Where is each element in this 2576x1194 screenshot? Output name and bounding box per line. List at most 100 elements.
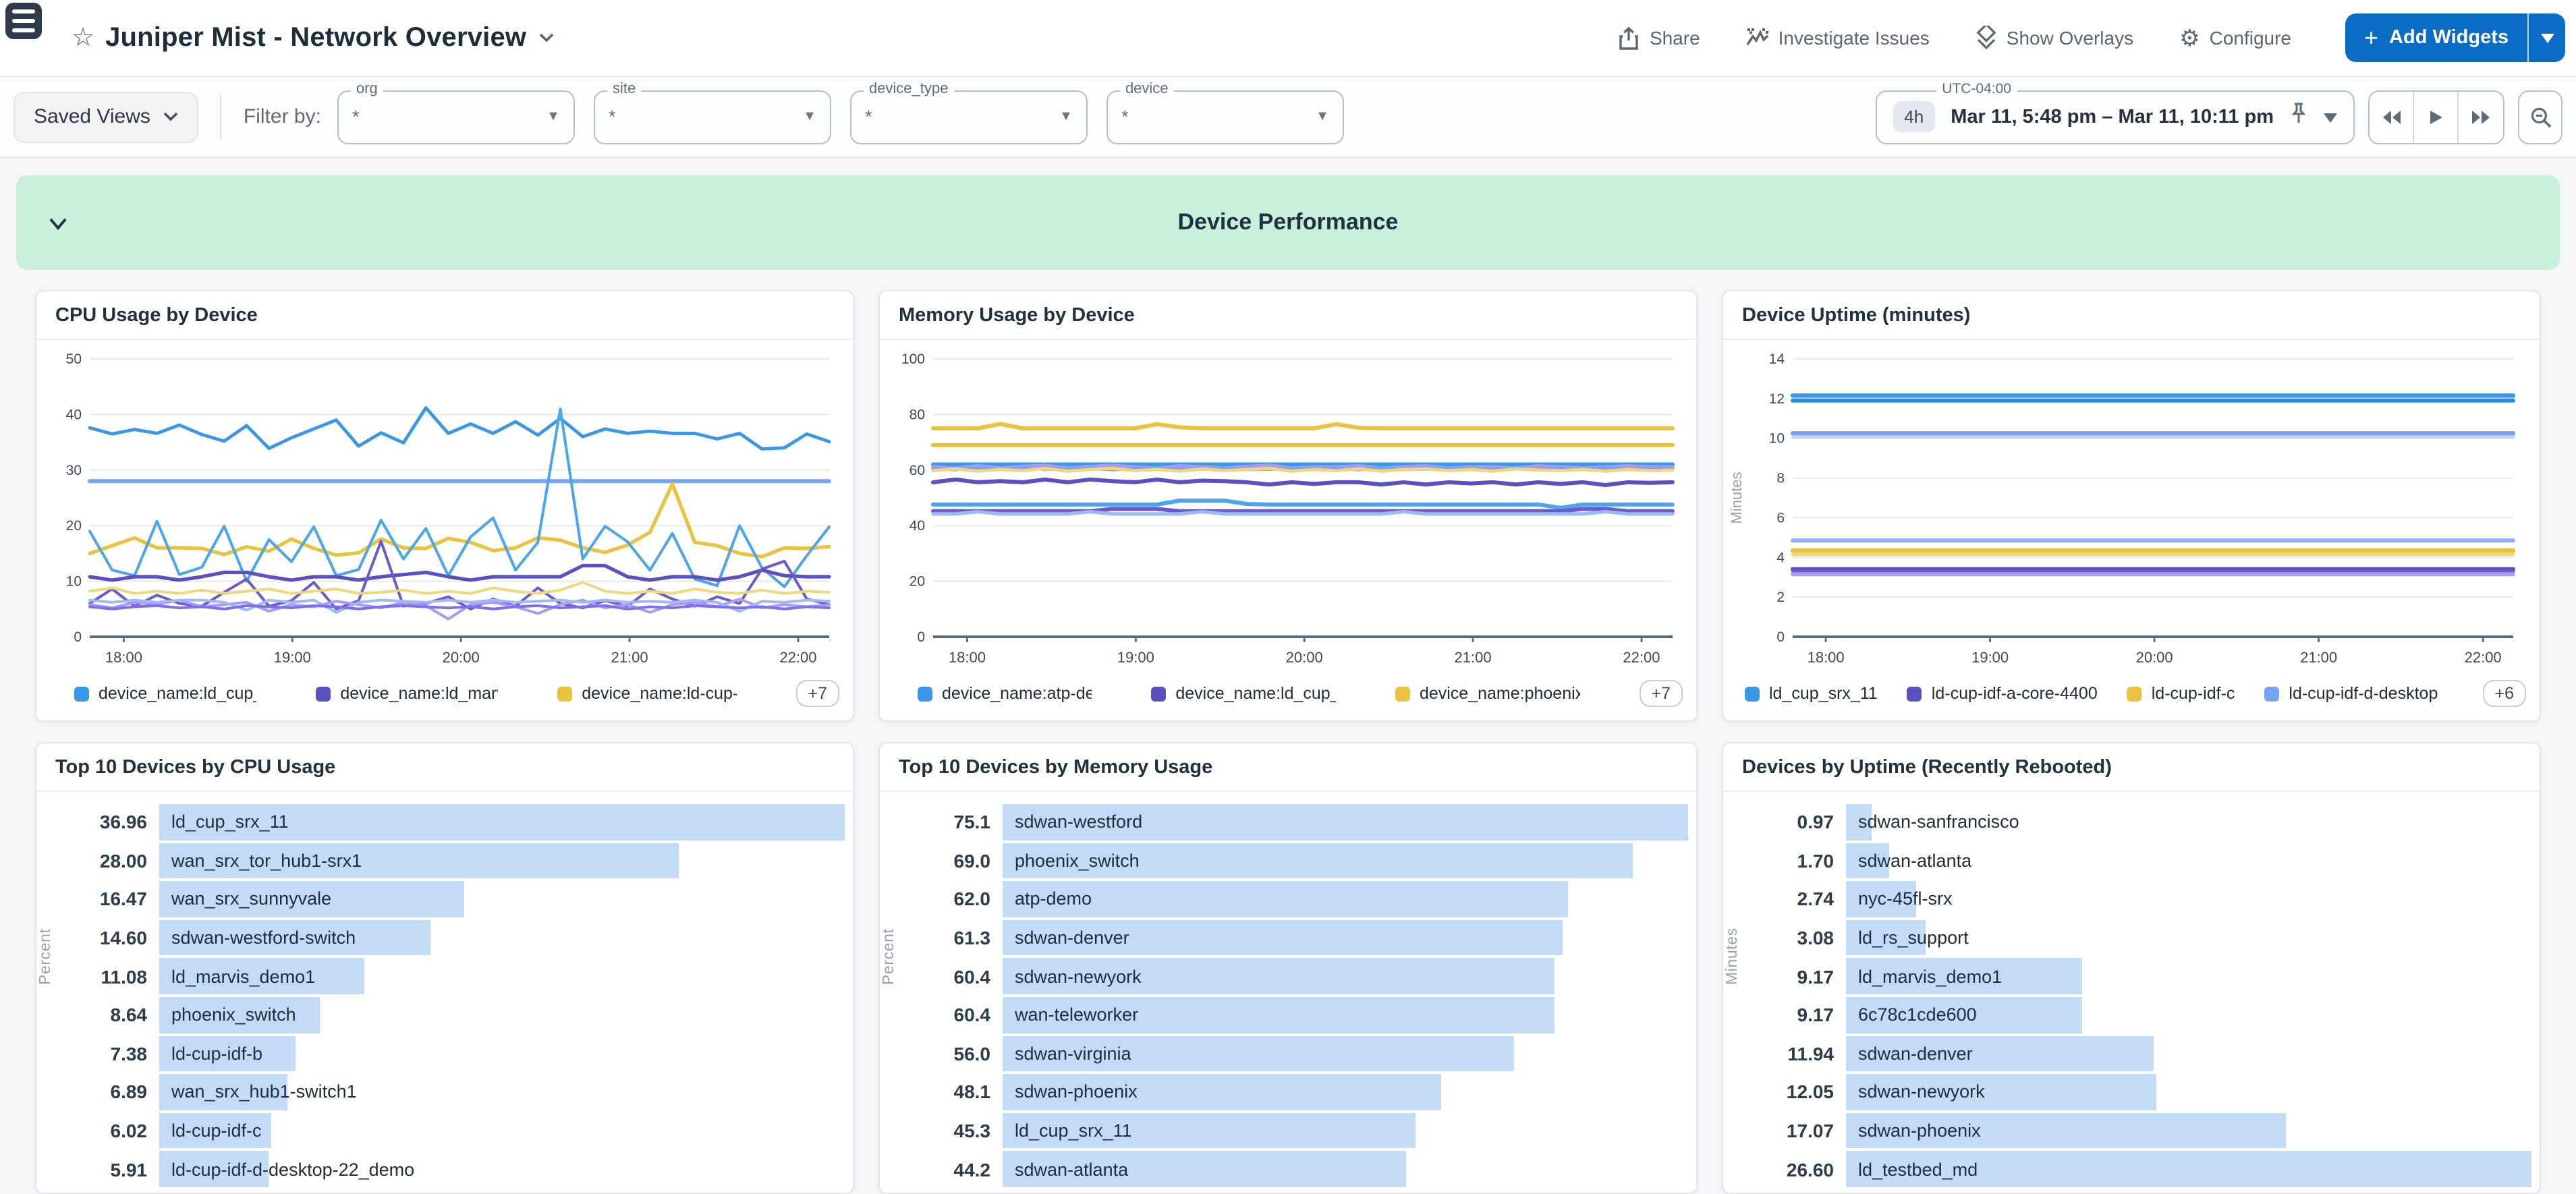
step-back-button[interactable]: [2370, 91, 2414, 142]
device-bar-row[interactable]: 16.47wan_srx_sunnyvale: [58, 880, 845, 918]
legend-item[interactable]: device_name:ld_cup_...: [74, 684, 256, 703]
device-bar-row[interactable]: 5.91ld-cup-idf-d-desktop-22_demo: [58, 1150, 845, 1189]
memory-device-list: 75.1sdwan-westford69.0phoenix_switch62.0…: [880, 792, 1696, 1194]
show-overlays-button[interactable]: Show Overlays: [1976, 26, 2133, 50]
svg-text:30: 30: [66, 463, 82, 478]
device-bar-row[interactable]: 2.74nyc-45fl-srx: [1745, 880, 2531, 918]
device-bar-row[interactable]: 44.2sdwan-atlanta: [901, 1150, 1688, 1189]
play-button[interactable]: [2414, 91, 2459, 142]
legend-more-badge[interactable]: +6: [2482, 680, 2526, 707]
device-bar-row[interactable]: 26.60ld_testbed_md: [1745, 1150, 2531, 1189]
device-filter-select[interactable]: device * ▼: [1107, 90, 1344, 144]
top-cpu-devices-panel: Top 10 Devices by CPU Usage Percent 36.9…: [35, 742, 854, 1194]
step-forward-button[interactable]: [2459, 91, 2503, 142]
device-name: wan_srx_hub1-switch1: [171, 1082, 357, 1102]
device-bar-row[interactable]: 9.176c78c1cde600: [1745, 996, 2531, 1034]
svg-text:12: 12: [1769, 391, 1785, 407]
device-name: wan_srx_tor_hub1-srx1: [171, 851, 362, 871]
saved-views-button[interactable]: Saved Views: [13, 91, 199, 142]
legend-item[interactable]: ld-cup-idf-d-desktop: [2264, 684, 2438, 703]
divider: [221, 94, 222, 140]
device-bar-row[interactable]: 14.60sdwan-westford-switch: [58, 919, 845, 957]
top-memory-devices-panel: Top 10 Devices by Memory Usage Percent 7…: [878, 742, 1698, 1194]
memory-usage-chart[interactable]: 02040608010018:0019:0020:0021:0022:00: [883, 345, 1685, 672]
device-bar-row[interactable]: 45.3ld_cup_srx_11: [901, 1112, 1688, 1150]
legend-item[interactable]: ld-cup-idf-c: [2127, 684, 2235, 703]
add-widgets-dropdown-button[interactable]: [2527, 13, 2565, 62]
device-name: sdwan-phoenix: [1858, 1120, 1981, 1141]
title-chevron-down-icon[interactable]: [538, 26, 555, 50]
cpu-usage-chart[interactable]: 0102030405018:0019:0020:0021:0022:00: [39, 345, 842, 672]
device-bar-row[interactable]: 28.00wan_srx_tor_hub1-srx1: [58, 841, 845, 880]
time-range-picker[interactable]: UTC-04:00 4h Mar 11, 5:48 pm – Mar 11, 1…: [1876, 90, 2355, 144]
legend-swatch: [1151, 686, 1166, 701]
svg-text:0: 0: [917, 629, 925, 645]
header-actions: Share Investigate Issues Show Overlays ⚙…: [1619, 13, 2565, 62]
time-dropdown-caret-icon[interactable]: [2324, 105, 2337, 129]
chart-series: [933, 509, 1673, 511]
chart-series: [90, 606, 829, 609]
dashboard-viewport: ☆ Juniper Mist - Network Overview Share …: [0, 0, 2576, 1189]
top-header: ☆ Juniper Mist - Network Overview Share …: [0, 0, 2576, 77]
favorite-star-icon[interactable]: ☆: [72, 25, 94, 51]
legend-item[interactable]: device_name:ld_marv...: [316, 684, 498, 703]
svg-text:19:00: 19:00: [1117, 649, 1154, 666]
org-filter-select[interactable]: org * ▼: [337, 90, 575, 144]
device-bar-row[interactable]: 6.89wan_srx_hub1-switch1: [58, 1073, 845, 1111]
svg-text:6: 6: [1776, 510, 1785, 525]
legend-item[interactable]: ld_cup_srx_11: [1745, 684, 1878, 703]
configure-button[interactable]: ⚙ Configure: [2179, 26, 2291, 49]
device-bar-row[interactable]: 11.94sdwan-denver: [1745, 1034, 2531, 1073]
legend-item[interactable]: device_name:phoenix...: [1395, 684, 1580, 703]
zoom-out-button[interactable]: [2518, 90, 2563, 144]
uptime-chart-legend: ld_cup_srx_11 ld-cup-idf-a-core-4400 ld-cu…: [1723, 672, 2540, 720]
legend-more-badge[interactable]: +7: [795, 680, 839, 707]
device-name: ld_marvis_demo1: [1858, 966, 2002, 986]
device-bar-row[interactable]: 6.02ld-cup-idf-c: [58, 1112, 845, 1150]
legend-item[interactable]: ld-cup-idf-a-core-4400: [1907, 684, 2098, 703]
collapse-section-chevron-icon[interactable]: [49, 213, 67, 237]
device-value: 60.4: [901, 1004, 1003, 1026]
device-bar-row[interactable]: 11.08ld_marvis_demo1: [58, 957, 845, 996]
device-bar-row[interactable]: 9.17ld_marvis_demo1: [1745, 957, 2531, 996]
device-bar-row[interactable]: 17.07sdwan-phoenix: [1745, 1112, 2531, 1150]
site-filter-select[interactable]: site * ▼: [594, 90, 831, 144]
device-name: sdwan-phoenix: [1015, 1082, 1138, 1102]
device-bar-row[interactable]: 60.4wan-teleworker: [901, 996, 1688, 1034]
add-widgets-button[interactable]: + Add Widgets: [2345, 13, 2527, 62]
legend-swatch: [74, 686, 89, 701]
device-name: sdwan-virginia: [1015, 1044, 1131, 1064]
device-bar-row[interactable]: 7.38ld-cup-idf-b: [58, 1034, 845, 1073]
device-value: 11.08: [58, 965, 159, 987]
device-value: 36.96: [58, 812, 159, 833]
device-bar-row[interactable]: 62.0atp-demo: [901, 880, 1688, 918]
pin-icon[interactable]: [2290, 103, 2307, 131]
legend-more-badge[interactable]: +7: [1640, 680, 1683, 707]
device-bar-row[interactable]: 56.0sdwan-virginia: [901, 1034, 1688, 1073]
legend-item[interactable]: device_name:ld-cup-i...: [557, 684, 736, 703]
legend-item[interactable]: device_name:atp-de...: [918, 684, 1092, 703]
legend-item[interactable]: device_name:ld_cup_...: [1151, 684, 1336, 703]
device-bar-row[interactable]: 69.0phoenix_switch: [901, 841, 1688, 880]
device-bar-row[interactable]: 8.64phoenix_switch: [58, 996, 845, 1034]
device-bar-row[interactable]: 0.97sdwan-sanfrancisco: [1745, 803, 2531, 841]
share-button[interactable]: Share: [1619, 26, 1700, 49]
device-uptime-chart[interactable]: 0246810121418:0019:0020:0021:0022:00Minu…: [1726, 345, 2529, 672]
device-name: ld_testbed_md: [1858, 1159, 1978, 1179]
device-name: phoenix_switch: [1015, 851, 1140, 871]
device-bar-row[interactable]: 1.70sdwan-atlanta: [1745, 841, 2531, 880]
device-bar-row[interactable]: 61.3sdwan-denver: [901, 919, 1688, 957]
svg-text:19:00: 19:00: [1971, 649, 2009, 666]
device-bar-row[interactable]: 60.4sdwan-newyork: [901, 957, 1688, 996]
investigate-issues-button[interactable]: Investigate Issues: [1746, 26, 1930, 49]
hamburger-menu-icon[interactable]: [5, 3, 42, 39]
device-bar-row[interactable]: 48.1sdwan-phoenix: [901, 1073, 1688, 1111]
device-value: 3.08: [1745, 927, 1846, 948]
device-bar-row[interactable]: 75.1sdwan-westford: [901, 803, 1688, 841]
device-type-filter-select[interactable]: device_type * ▼: [850, 90, 1088, 144]
device-bar-row[interactable]: 36.96ld_cup_srx_11: [58, 803, 845, 841]
svg-text:10: 10: [1769, 431, 1785, 447]
device-bar-row[interactable]: 12.05sdwan-newyork: [1745, 1073, 2531, 1111]
uptime-devices-panel: Devices by Uptime (Recently Rebooted) Mi…: [1722, 742, 2541, 1194]
device-bar-row[interactable]: 3.08ld_rs_support: [1745, 919, 2531, 957]
